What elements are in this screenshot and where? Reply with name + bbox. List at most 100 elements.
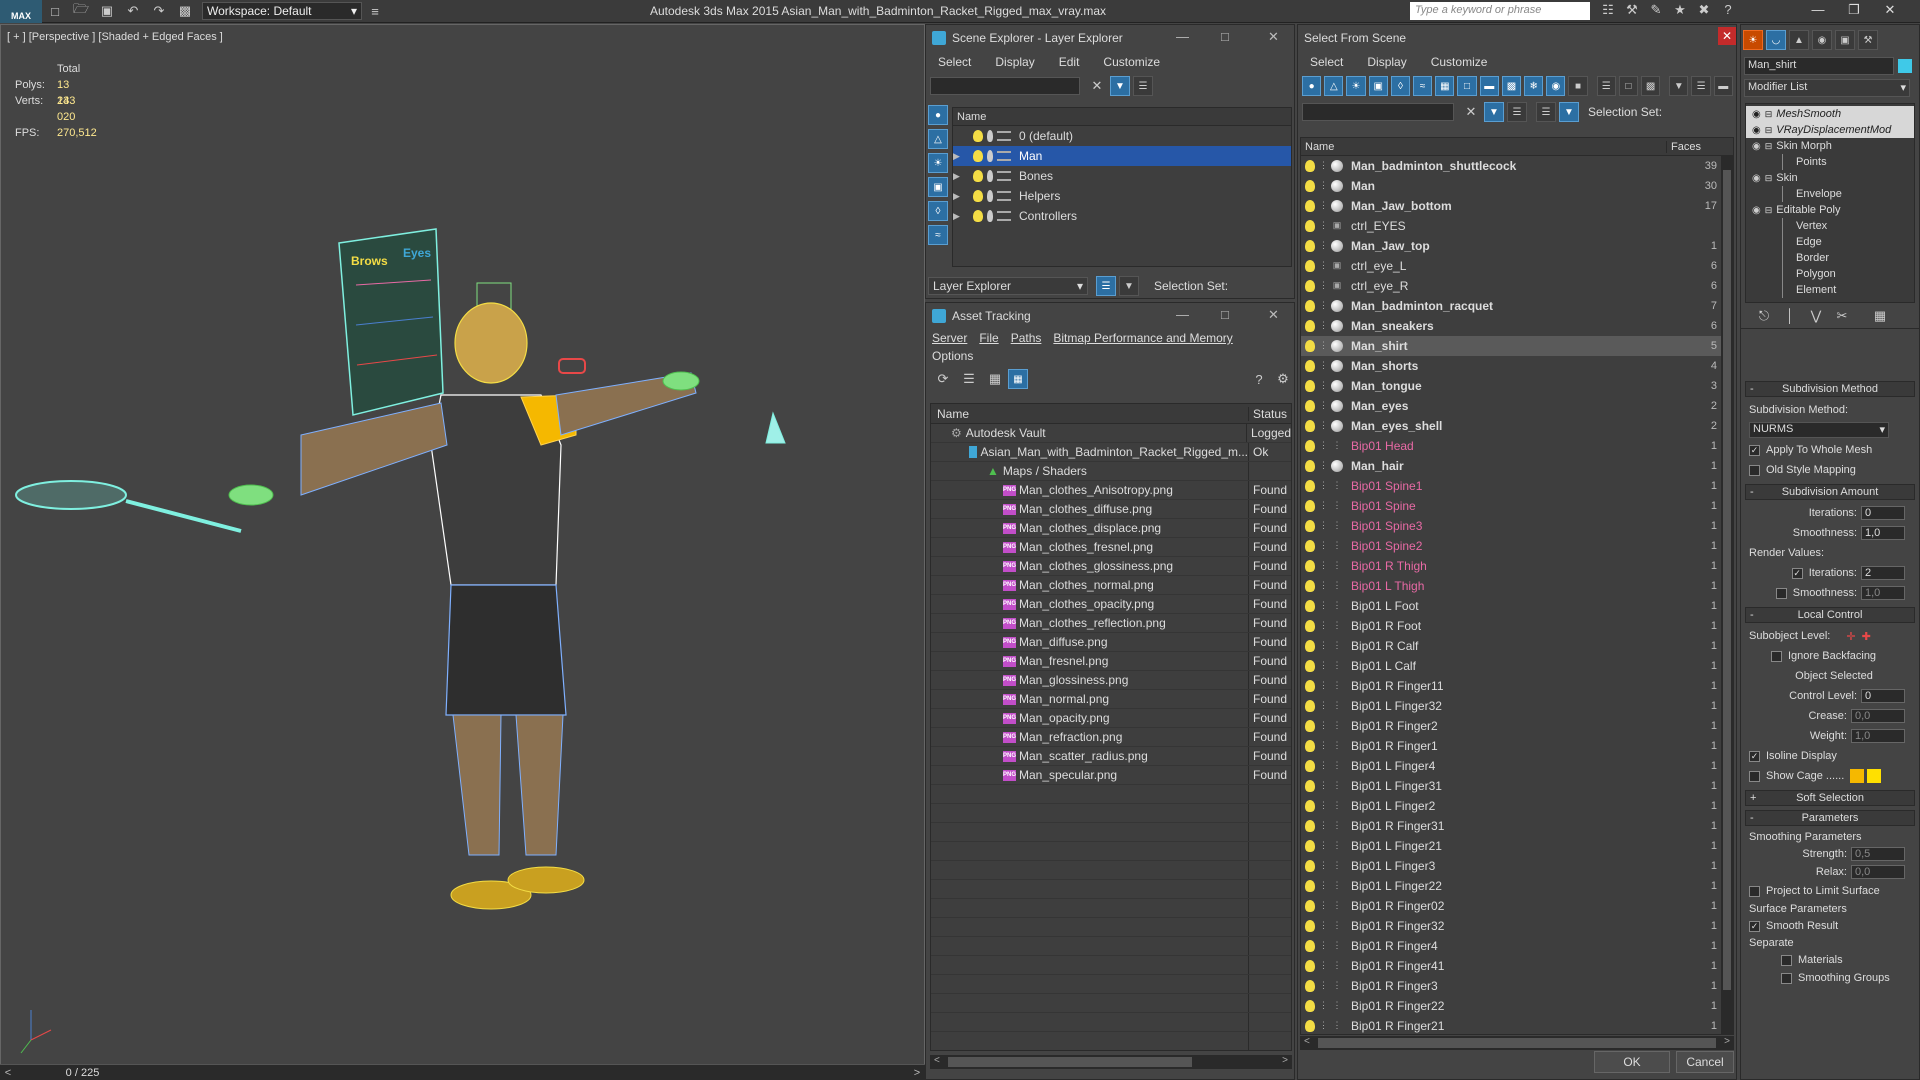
object-visibility-icon[interactable] — [1305, 320, 1315, 332]
object-row[interactable]: ⋮ Man_eyes_shell 2 — [1301, 416, 1733, 436]
object-row[interactable]: ⋮ ⋮ Bip01 R Finger3 1 — [1301, 976, 1733, 996]
object-freeze-icon[interactable]: ⋮ — [1319, 280, 1328, 292]
iterations-spinner[interactable]: 0 — [1861, 506, 1905, 520]
clear-search-icon[interactable]: ✕ — [1086, 77, 1108, 95]
asset-row[interactable]: PNG Man_clothes_glossiness.png Found — [931, 557, 1291, 576]
object-row[interactable]: ⋮ ▣ ctrl_eye_L 6 — [1301, 256, 1733, 276]
layer-freeze-icon[interactable] — [987, 210, 993, 222]
options-icon[interactable]: ▬ — [1713, 76, 1733, 96]
close-icon[interactable]: ✕ — [1718, 27, 1736, 45]
modifier-stack-item[interactable]: ◉ ⊟ Editable Poly — [1746, 202, 1914, 218]
object-row[interactable]: ⋮ ⋮ Bip01 R Finger41 1 — [1301, 956, 1733, 976]
object-row[interactable]: ⋮ ⋮ Bip01 Spine 1 — [1301, 496, 1733, 516]
object-visibility-icon[interactable] — [1305, 400, 1315, 412]
object-name-field[interactable]: Man_shirt — [1744, 57, 1894, 75]
close-icon[interactable]: ✕ — [1268, 307, 1279, 323]
object-freeze-icon[interactable]: ⋮ — [1319, 400, 1328, 412]
clear-search-icon[interactable]: ✕ — [1460, 103, 1482, 121]
undo-icon[interactable]: ↶ — [122, 2, 144, 20]
object-row[interactable]: ⋮ ⋮ Bip01 Spine1 1 — [1301, 476, 1733, 496]
object-visibility-icon[interactable] — [1305, 820, 1315, 832]
asset-row[interactable]: PNG Man_clothes_reflection.png Found — [931, 614, 1291, 633]
object-row[interactable]: ⋮ ⋮ Bip01 Spine3 1 — [1301, 516, 1733, 536]
object-vertical-scrollbar[interactable] — [1721, 156, 1733, 1034]
hierarchy-icon[interactable]: ▼ — [1559, 102, 1579, 122]
find-options-icon[interactable]: ☰ — [1507, 102, 1527, 122]
asset-column-status[interactable]: Status — [1249, 407, 1287, 421]
cage-color-1-swatch[interactable] — [1850, 769, 1865, 783]
layers-icon[interactable]: ☰ — [1536, 102, 1556, 122]
asset-row[interactable]: PNG Man_diffuse.png Found — [931, 633, 1291, 652]
object-visibility-icon[interactable] — [1305, 920, 1315, 932]
object-freeze-icon[interactable]: ⋮ — [1319, 860, 1328, 872]
scroll-right-icon[interactable]: > — [1282, 1055, 1288, 1069]
settings-icon[interactable]: ⚙ — [1272, 370, 1294, 388]
object-freeze-icon[interactable]: ⋮ — [1319, 960, 1328, 972]
filter-cameras-icon[interactable]: ▣ — [1368, 76, 1388, 96]
strength-spinner[interactable]: 0,5 — [1851, 847, 1905, 861]
expand-arrow-icon[interactable]: ▶ — [953, 191, 965, 202]
object-freeze-icon[interactable]: ⋮ — [1319, 880, 1328, 892]
menu-options[interactable]: Options — [926, 349, 979, 363]
object-visibility-icon[interactable] — [1305, 300, 1315, 312]
select-invert-icon[interactable]: ▩ — [1641, 76, 1661, 96]
render-iterations-spinner[interactable]: 2 — [1861, 566, 1905, 580]
modifier-stack-item[interactable]: Vertex — [1746, 218, 1914, 234]
tools-icon[interactable]: ⚒ — [1620, 2, 1644, 20]
scene-explorer-titlebar[interactable]: Scene Explorer - Layer Explorer — □ ✕ — [926, 25, 1294, 51]
asset-horizontal-scrollbar[interactable]: < > — [930, 1055, 1292, 1069]
subobject-vertex-icon[interactable]: ✛ — [1846, 630, 1855, 643]
modifier-stack-item[interactable]: ◉ ⊟ Skin — [1746, 170, 1914, 186]
object-freeze-icon[interactable]: ⋮ — [1319, 820, 1328, 832]
scroll-thumb[interactable] — [1317, 1038, 1717, 1048]
object-visibility-icon[interactable] — [1305, 760, 1315, 772]
menu-bitmap-performance[interactable]: Bitmap Performance and Memory — [1047, 331, 1238, 345]
object-visibility-icon[interactable] — [1305, 420, 1315, 432]
light-bulb-icon[interactable]: ◉ — [1752, 141, 1761, 152]
expand-arrow-icon[interactable]: ▶ — [953, 151, 965, 162]
apply-whole-mesh-checkbox[interactable]: ✓ — [1749, 444, 1760, 456]
modifier-stack-item[interactable]: Edge — [1746, 234, 1914, 250]
object-visibility-icon[interactable] — [1305, 160, 1315, 172]
rollout-local-control[interactable]: - Local Control — [1745, 607, 1915, 623]
modifier-list-dropdown[interactable]: Modifier List ▾ — [1744, 79, 1910, 97]
object-freeze-icon[interactable]: ⋮ — [1319, 160, 1328, 172]
object-freeze-icon[interactable]: ⋮ — [1319, 560, 1328, 572]
object-freeze-icon[interactable]: ⋮ — [1319, 260, 1328, 272]
object-row[interactable]: ⋮ Man_Jaw_bottom 17 — [1301, 196, 1733, 216]
scroll-thumb[interactable] — [947, 1057, 1193, 1067]
redo-icon[interactable]: ↷ — [148, 2, 170, 20]
filter-frozen-icon[interactable]: ❄ — [1524, 76, 1544, 96]
menu-display[interactable]: Display — [1355, 55, 1418, 69]
object-freeze-icon[interactable]: ⋮ — [1319, 520, 1328, 532]
object-freeze-icon[interactable]: ⋮ — [1319, 780, 1328, 792]
table-view-icon[interactable]: ▦ — [984, 370, 1006, 388]
menu-display[interactable]: Display — [983, 55, 1046, 69]
object-freeze-icon[interactable]: ⋮ — [1319, 620, 1328, 632]
rollout-parameters[interactable]: - Parameters — [1745, 810, 1915, 826]
object-visibility-icon[interactable] — [1305, 580, 1315, 592]
object-row[interactable]: ⋮ ▣ ctrl_EYES — [1301, 216, 1733, 236]
menu-server[interactable]: Server — [926, 331, 973, 345]
menu-customize[interactable]: Customize — [1419, 55, 1500, 69]
asset-tracking-titlebar[interactable]: Asset Tracking — □ ✕ — [926, 303, 1294, 329]
asset-row[interactable]: PNG Man_opacity.png Found — [931, 709, 1291, 728]
asset-row[interactable]: PNG Man_clothes_opacity.png Found — [931, 595, 1291, 614]
object-row[interactable]: ⋮ Man_shorts 4 — [1301, 356, 1733, 376]
light-bulb-icon[interactable]: ◉ — [1752, 125, 1761, 136]
object-freeze-icon[interactable]: ⋮ — [1319, 380, 1328, 392]
weight-spinner[interactable]: 1,0 — [1851, 729, 1905, 743]
isoline-display-checkbox[interactable]: ✓ — [1749, 750, 1760, 762]
scroll-left-icon[interactable]: < — [934, 1055, 940, 1069]
shuttlecock[interactable] — [765, 411, 786, 444]
grid-view-icon[interactable]: ▦ — [1008, 369, 1028, 389]
communication-icon[interactable]: ✎ — [1644, 2, 1668, 20]
filter-helpers-icon[interactable]: ◊ — [1390, 76, 1411, 96]
object-row[interactable]: ⋮ Man_Jaw_top 1 — [1301, 236, 1733, 256]
make-unique-icon[interactable]: ⋁ — [1805, 307, 1827, 325]
hierarchy-icon[interactable]: ▼ — [1119, 276, 1139, 296]
object-visibility-icon[interactable] — [1305, 740, 1315, 752]
object-visibility-icon[interactable] — [1305, 360, 1315, 372]
show-end-result-icon[interactable]: │ — [1779, 307, 1801, 325]
save-icon[interactable]: ▣ — [96, 2, 118, 20]
